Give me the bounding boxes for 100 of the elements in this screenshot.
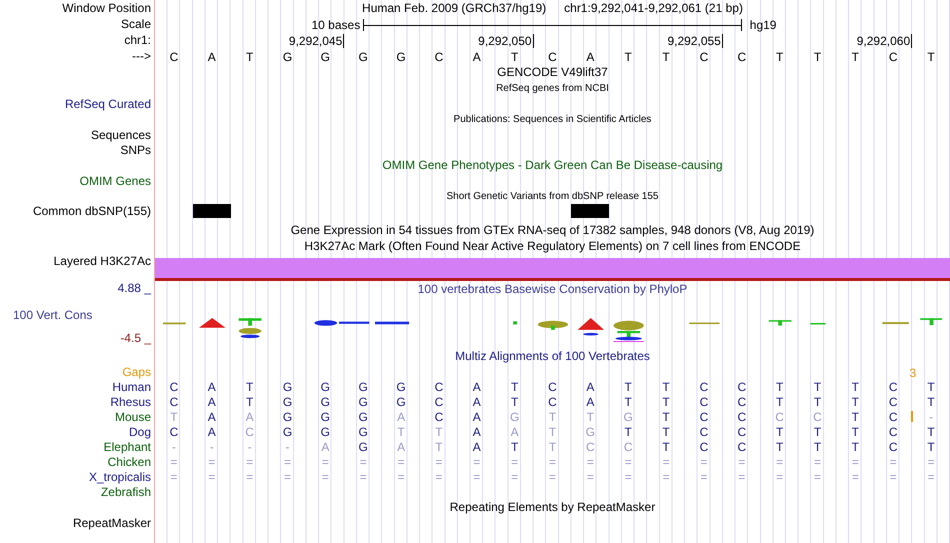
base-letter: = [360, 454, 367, 468]
variant-block[interactable] [192, 204, 231, 218]
position-tick: 9,292,060 [856, 34, 912, 48]
base-letter: A [472, 380, 481, 394]
base-letter: T [170, 410, 178, 424]
base-letter: C [170, 380, 178, 394]
base-letter: A [472, 424, 481, 438]
track-label[interactable]: X_tropicalis [88, 470, 151, 484]
base-letter: C [700, 49, 708, 66]
base-letter: G [320, 380, 330, 394]
track-label[interactable]: Common dbSNP(155) [32, 204, 151, 218]
base-letter: A [510, 424, 519, 438]
track-label[interactable]: RepeatMasker [72, 516, 151, 530]
base-letter: = [473, 470, 480, 484]
base-letter: A [472, 49, 481, 66]
base-letter: G [624, 410, 633, 424]
base-letter: = [776, 454, 784, 468]
base-letter: C [813, 410, 822, 424]
track-label[interactable]: Rhesus [110, 394, 151, 408]
position-tick: 9,292,045 [288, 34, 344, 48]
base-letter: T [814, 49, 822, 66]
base-letter: = [170, 470, 178, 484]
base-letter: T [852, 440, 860, 454]
base-letter: T [624, 394, 632, 408]
assembly-title: Human Feb. 2009 (GRCh37/hg19) [362, 0, 546, 17]
base-letter: = [852, 470, 859, 484]
base-letter: = [170, 454, 178, 468]
base-letter: C [737, 440, 746, 454]
base-letter: C [888, 49, 898, 66]
base-letter: = [624, 470, 632, 484]
base-letter: A [246, 410, 254, 424]
track-title: GENCODE V49lift37 [497, 64, 608, 81]
base-letter: C [700, 410, 708, 424]
base-letter: C [737, 410, 746, 424]
base-letter: T [548, 424, 556, 438]
base-letter: C [700, 394, 708, 408]
base-letter: G [396, 394, 406, 408]
base-letter: C [700, 440, 708, 454]
track-label[interactable]: Sequences [90, 128, 151, 142]
base-letter: = [398, 454, 405, 468]
gap-count: 3 [909, 365, 916, 382]
track-label[interactable]: Mouse [114, 410, 151, 424]
base-letter: C [700, 424, 708, 438]
base-letter: C [548, 49, 557, 66]
base-letter: = [246, 470, 254, 484]
track-label[interactable]: OMIM Genes [80, 174, 151, 188]
base-letter: G [282, 394, 292, 408]
base-letter: G [358, 380, 368, 394]
base-letter: = [511, 470, 518, 484]
track-label[interactable]: SNPs [120, 142, 151, 156]
track-label[interactable]: Layered H3K27Ac [54, 254, 151, 268]
base-letter: G [358, 49, 368, 66]
base-letter: T [927, 440, 935, 454]
base-letter: T [435, 440, 443, 454]
base-letter: = [814, 454, 821, 468]
base-letter: C [434, 410, 444, 424]
base-letter: A [586, 394, 594, 408]
base-letter: = [624, 454, 632, 468]
base-letter: A [208, 49, 216, 66]
base-letter: A [586, 49, 594, 66]
row-label: Window Position [62, 1, 151, 15]
base-letter: T [927, 49, 935, 66]
base-letter: T [510, 49, 518, 66]
base-letter: = [398, 470, 405, 484]
position-tick: 9,292,050 [478, 34, 534, 48]
base-letter: C [737, 394, 746, 408]
base-letter: T [548, 440, 556, 454]
track-label[interactable]: Zebrafish [100, 484, 151, 498]
base-letter: C [888, 440, 898, 454]
base-letter: T [814, 380, 822, 394]
base-letter: G [282, 49, 292, 66]
base-letter: G [586, 424, 596, 438]
base-letter: G [358, 424, 368, 438]
base-letter: T [548, 410, 556, 424]
track-label[interactable]: Human [112, 380, 151, 394]
base-letter: T [814, 394, 822, 408]
track-label[interactable]: RefSeq Curated [64, 96, 151, 110]
base-letter: T [246, 49, 254, 66]
variant-block[interactable] [571, 204, 610, 218]
base-letter: C [548, 394, 557, 408]
base-letter: T [776, 380, 784, 394]
row-label: Scale [120, 17, 151, 31]
track-title: H3K27Ac Mark (Often Found Near Active Regulatory Elements) on 7 cell lines from ENCODE [304, 238, 801, 255]
signal-bar[interactable] [155, 258, 950, 278]
base-letter: = [473, 454, 480, 468]
track-label[interactable]: Dog [128, 424, 151, 438]
track-label[interactable]: 100 Vert. Cons [13, 308, 92, 322]
base-letter: T [510, 380, 518, 394]
base-letter: T [624, 49, 632, 66]
track-label[interactable]: Elephant [104, 440, 151, 454]
track-label[interactable]: Chicken [108, 454, 151, 468]
base-letter: C [434, 394, 444, 408]
base-letter: T [624, 380, 632, 394]
base-letter: T [624, 424, 632, 438]
base-letter: C [737, 49, 746, 66]
base-letter: T [510, 394, 518, 408]
track-title: RefSeq genes from NCBI [496, 82, 609, 96]
base-letter: G [358, 440, 368, 454]
base-letter: A [208, 410, 216, 424]
base-letter: T [776, 440, 784, 454]
